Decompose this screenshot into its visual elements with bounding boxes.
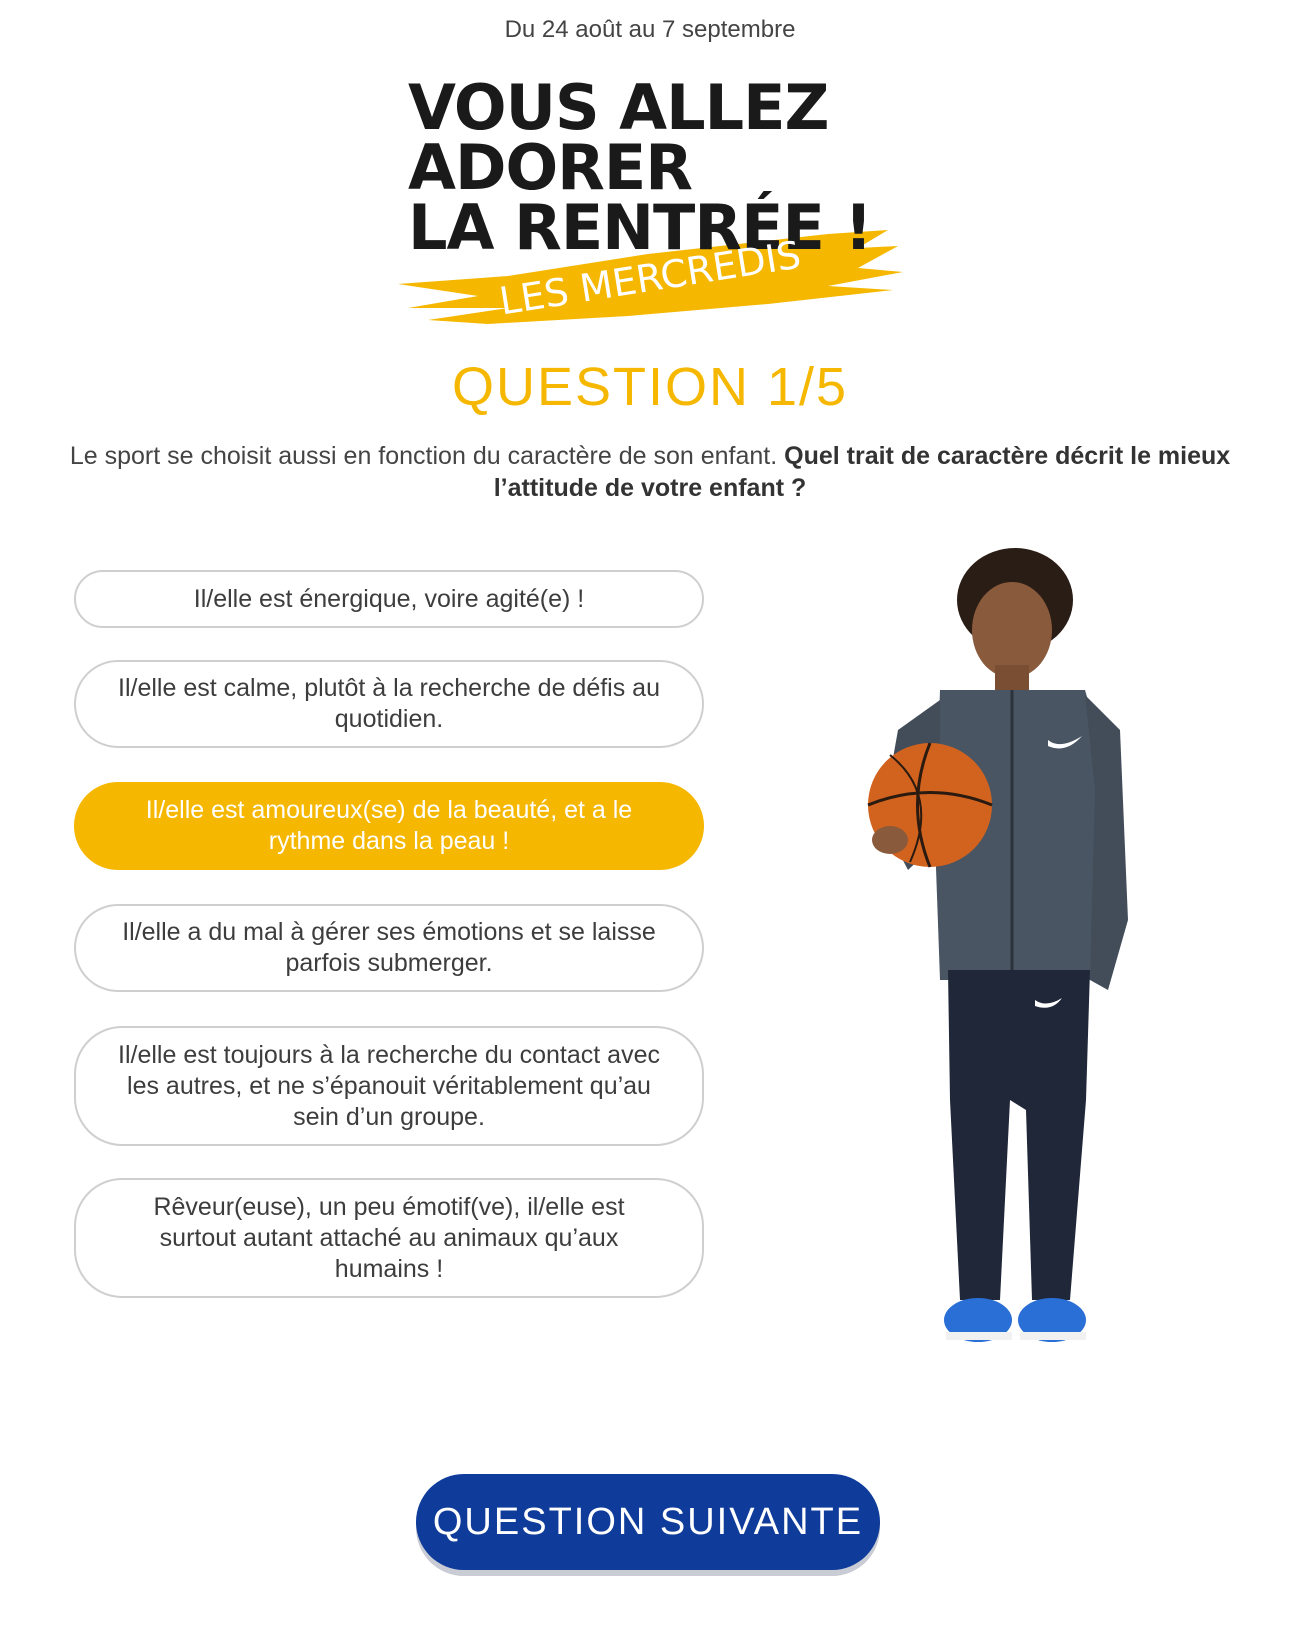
answer-label: Il/elle est énergique, voire agité(e) ! xyxy=(193,584,585,613)
question-title: QUESTION 1/5 xyxy=(451,357,849,417)
headline: VOUS ALLEZ ADORER LA RENTRÉE ! xyxy=(408,71,888,264)
answer-label: Il/elle a du mal à gérer ses émotions et… xyxy=(122,918,656,977)
headline-line-3: LA RENTRÉE ! xyxy=(408,191,873,264)
answer-option-6[interactable]: Rêveur(euse), un peu émotif(ve), il/elle… xyxy=(74,1178,704,1298)
answer-label: Il/elle est toujours à la recherche du c… xyxy=(118,1040,660,1131)
child-with-basketball-image xyxy=(867,548,1128,1342)
next-question-button[interactable]: QUESTION SUIVANTE xyxy=(416,1474,880,1570)
answer-option-2[interactable]: Il/elle est calme, plutôt à la recherche… xyxy=(74,660,704,748)
answer-label: Il/elle est amoureux(se) de la beauté, e… xyxy=(145,796,633,855)
answer-label: Rêveur(euse), un peu émotif(ve), il/elle… xyxy=(153,1192,625,1283)
next-question-label: QUESTION SUIVANTE xyxy=(432,1500,864,1543)
question-intro: Le sport se choisit aussi en fonction du… xyxy=(60,440,1240,504)
answer-option-4[interactable]: Il/elle a du mal à gérer ses émotions et… xyxy=(74,904,704,992)
question-intro-text: Le sport se choisit aussi en fonction du… xyxy=(69,442,785,470)
answer-option-1[interactable]: Il/elle est énergique, voire agité(e) ! xyxy=(74,570,704,628)
answer-label: Il/elle est calme, plutôt à la recherche… xyxy=(118,674,660,733)
headline-line-1: VOUS ALLEZ xyxy=(408,71,830,144)
headline-line-2: ADORER xyxy=(408,131,693,204)
answer-option-5[interactable]: Il/elle est toujours à la recherche du c… xyxy=(74,1026,704,1146)
answer-option-3[interactable]: Il/elle est amoureux(se) de la beauté, e… xyxy=(74,782,704,870)
date-range: Du 24 août au 7 septembre xyxy=(504,16,796,43)
